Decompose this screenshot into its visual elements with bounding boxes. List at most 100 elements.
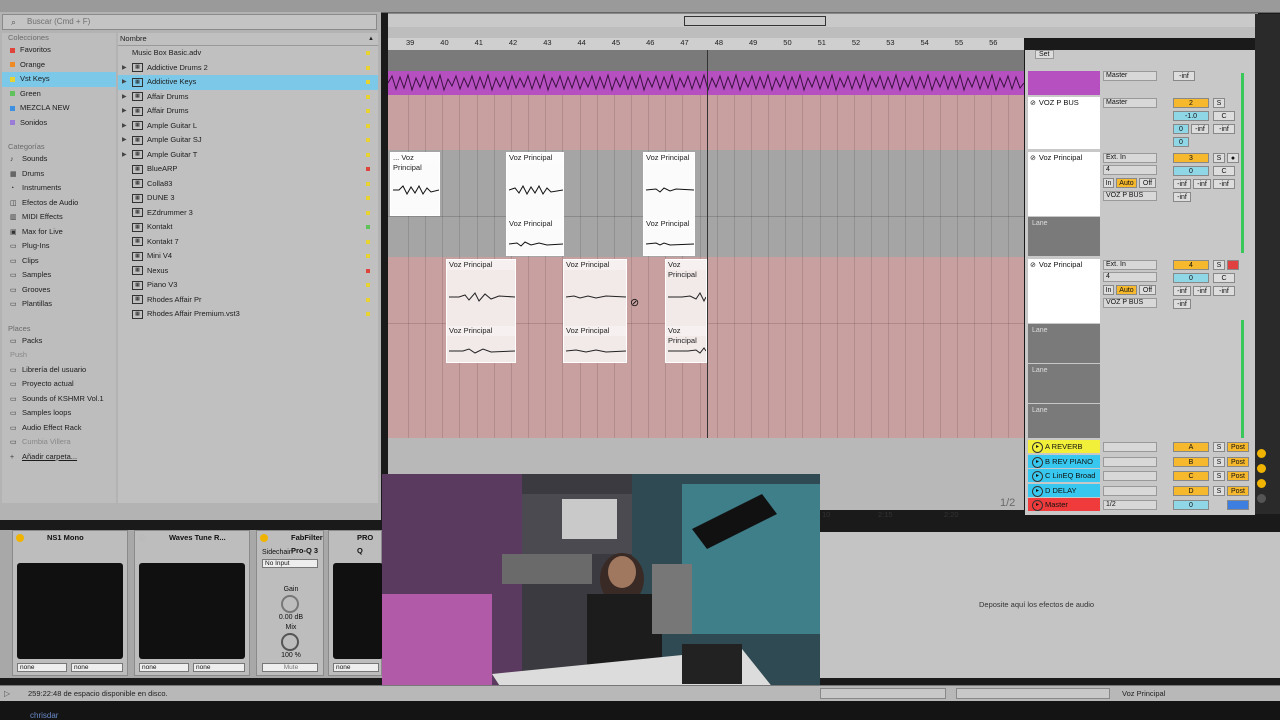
file-item[interactable]: ▦ Rhodes Affair Premium.vst3	[118, 307, 378, 322]
volume-field[interactable]: 0	[1173, 166, 1209, 176]
solo-button[interactable]: S	[1213, 456, 1225, 467]
file-item[interactable]: ▦ Colla83	[118, 177, 378, 192]
audio-clip[interactable]: Voz Principal Voz Principal	[643, 152, 695, 256]
gain-knob[interactable]	[281, 595, 299, 613]
fold-icon[interactable]: ⊘	[1030, 99, 1036, 107]
overview-bar[interactable]	[388, 13, 1258, 28]
place-item[interactable]: ▭ Sounds of KSHMR Vol.1	[2, 392, 116, 407]
audio-effects-dropzone[interactable]: Deposite aquí los efectos de audio	[820, 532, 1280, 678]
file-item[interactable]: ▦ Mini V4	[118, 249, 378, 264]
lane-header[interactable]: Lane	[1028, 364, 1100, 403]
orange-dot-icon[interactable]	[1257, 449, 1266, 458]
expand-arrow-icon[interactable]: ▶	[122, 104, 127, 119]
audio-clip[interactable]: Voz Principal Voz Principal	[563, 259, 627, 363]
file-item[interactable]: ▶ ▦ Addictive Drums 2	[118, 61, 378, 76]
solo-button[interactable]: S	[1213, 260, 1225, 270]
volume-field[interactable]: -1.0	[1173, 111, 1209, 121]
place-item[interactable]: ▭ Proyecto actual	[2, 377, 116, 392]
track-number[interactable]: 2	[1173, 98, 1209, 108]
collection-item-selected[interactable]: Vst Keys	[2, 72, 116, 87]
category-samples[interactable]: ▭ Samples	[2, 268, 116, 283]
file-item[interactable]: ▶ ▦ Affair Drums	[118, 90, 378, 105]
return-track-header[interactable]: ▸ D DELAY	[1028, 483, 1100, 497]
return-letter[interactable]: D	[1173, 485, 1209, 496]
category-audio-effects[interactable]: ◫ Efectos de Audio	[2, 196, 116, 211]
output-select[interactable]: VOZ P BUS	[1103, 298, 1157, 308]
expand-arrow-icon[interactable]: ▶	[122, 133, 127, 148]
overview-window[interactable]	[684, 16, 826, 26]
fold-icon[interactable]: ▸	[1032, 471, 1043, 482]
output-select[interactable]	[1103, 456, 1157, 467]
file-item[interactable]: ▶ ▦ Addictive Keys	[118, 75, 378, 90]
place-item[interactable]: Push	[2, 348, 116, 363]
expand-arrow-icon[interactable]: ▶	[122, 119, 127, 134]
place-item[interactable]: ▭ Cumbia Villera	[2, 435, 116, 450]
device-select[interactable]: none	[333, 663, 379, 672]
pan-field[interactable]: C	[1213, 166, 1235, 176]
input-channel-select[interactable]: 4	[1103, 272, 1157, 282]
return-letter[interactable]: B	[1173, 456, 1209, 467]
solo-button[interactable]: S	[1213, 485, 1225, 496]
audio-clip[interactable]: Voz Principal Voz Principal	[506, 152, 564, 256]
send-field[interactable]: 0	[1173, 137, 1189, 147]
scrub-area[interactable]	[388, 27, 1258, 38]
return-track-row[interactable]: ▸ D DELAY D S Post	[1025, 483, 1255, 498]
category-clips[interactable]: ▭ Clips	[2, 254, 116, 269]
output-select[interactable]	[1103, 471, 1157, 481]
arm-button-active[interactable]	[1227, 260, 1239, 270]
place-item[interactable]: ▭ Librería del usuario	[2, 363, 116, 378]
device-select[interactable]: none	[193, 663, 245, 672]
orange-dot-icon[interactable]	[1257, 479, 1266, 488]
return-track-header[interactable]: ▸ A REVERB	[1028, 440, 1100, 453]
input-type-select[interactable]: Ext. In	[1103, 153, 1157, 163]
file-item[interactable]: ▶ ▦ Ample Guitar T	[118, 148, 378, 163]
solo-button[interactable]: S	[1213, 442, 1225, 452]
file-item[interactable]: ▦ Kontakt 7	[118, 235, 378, 250]
power-icon[interactable]	[260, 534, 268, 542]
post-button[interactable]: Post	[1227, 485, 1249, 496]
output-select[interactable]: 1/2	[1103, 500, 1157, 510]
return-track-header[interactable]: ▸ Master	[1028, 498, 1100, 511]
power-icon[interactable]	[16, 534, 24, 542]
file-item[interactable]: ▶ ▦ Affair Drums	[118, 104, 378, 119]
file-item[interactable]: ▦ Nexus	[118, 264, 378, 279]
orange-dot-icon[interactable]	[1257, 464, 1266, 473]
fold-icon[interactable]: ▸	[1032, 456, 1043, 468]
track-number[interactable]: 4	[1173, 260, 1209, 270]
track-number[interactable]: 3	[1173, 153, 1209, 163]
return-track-header[interactable]: ▸ B REV PIANO	[1028, 454, 1100, 468]
return-letter[interactable]: A	[1173, 442, 1209, 452]
search-input[interactable]: ⌕ Buscar (Cmd + F)	[2, 14, 377, 30]
return-track-row[interactable]: ▸ B REV PIANO B S Post	[1025, 454, 1255, 469]
post-button[interactable]: Post	[1227, 471, 1249, 481]
master-waveform-lane[interactable]	[388, 71, 1024, 95]
output-select[interactable]	[1103, 485, 1157, 496]
category-max-for-live[interactable]: ▣ Max for Live	[2, 225, 116, 240]
expand-arrow-icon[interactable]: ▶	[122, 148, 127, 163]
category-plugins[interactable]: ▭ Plug-Ins	[2, 239, 116, 254]
post-button[interactable]: Post	[1227, 442, 1249, 452]
track-header-bus[interactable]: ⊘ VOZ P BUS	[1028, 97, 1100, 149]
file-list-header[interactable]: Nombre ▲	[118, 33, 378, 46]
file-item[interactable]: ▦ BlueARP	[118, 162, 378, 177]
expand-arrow-icon[interactable]: ▶	[122, 75, 127, 90]
fold-icon[interactable]: ⊘	[1030, 261, 1036, 269]
expand-arrow-icon[interactable]: ▶	[122, 61, 127, 76]
device-select[interactable]: none	[71, 663, 123, 672]
post-button[interactable]: Post	[1227, 456, 1249, 467]
audio-clip[interactable]: Voz Principal Voz Principal	[446, 259, 516, 363]
solo-button[interactable]: S	[1213, 98, 1225, 108]
pan-field[interactable]: C	[1213, 111, 1235, 121]
monitor-in-button[interactable]: In	[1103, 178, 1114, 188]
file-item[interactable]: ▶ ▦ Ample Guitar L	[118, 119, 378, 134]
input-type-select[interactable]: Ext. In	[1103, 260, 1157, 270]
fold-icon[interactable]: ▸	[1032, 485, 1043, 497]
monitor-off-button[interactable]: Off	[1139, 178, 1156, 188]
send-field[interactable]: 0	[1173, 124, 1189, 134]
expand-arrow-icon[interactable]: ▶	[122, 90, 127, 105]
category-sounds[interactable]: ♪ Sounds	[2, 152, 116, 167]
return-track-header[interactable]: ▸ C LinEQ Broad	[1028, 469, 1100, 482]
lane-header[interactable]: Lane	[1028, 324, 1100, 363]
fold-icon[interactable]: ⊘	[1030, 154, 1036, 162]
collection-item[interactable]: Favoritos	[2, 43, 116, 58]
